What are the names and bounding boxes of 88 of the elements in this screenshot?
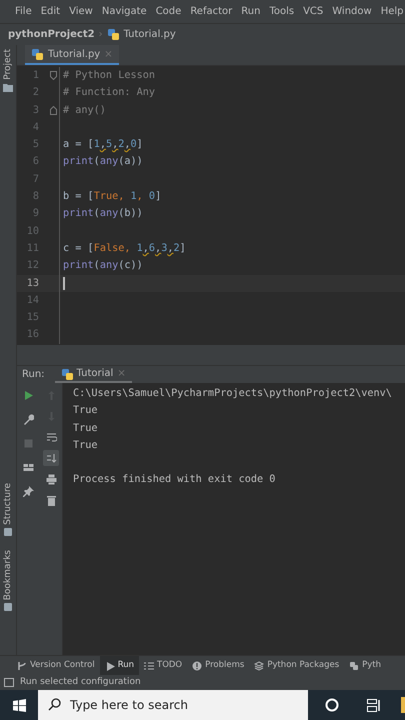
code-line: b = [True, 1, 0] <box>63 190 162 204</box>
line-number: 4 <box>32 120 39 135</box>
code-line: print(any(a)) <box>63 155 143 170</box>
pin-button[interactable] <box>20 483 36 499</box>
scroll-to-end-button[interactable] <box>43 450 59 466</box>
text-cursor <box>63 276 64 290</box>
tool-window-button[interactable]: Python Packages <box>249 656 344 675</box>
tool-window-button[interactable]: Run <box>100 656 139 675</box>
line-number: 3 <box>32 104 39 118</box>
line-number: 8 <box>32 190 39 204</box>
menu-item[interactable]: Help <box>380 4 404 19</box>
python-icon <box>60 368 73 380</box>
tool-window-tab[interactable]: Structure <box>2 482 14 525</box>
menu-item[interactable]: Tools <box>269 4 294 19</box>
line-number: 14 <box>26 294 39 308</box>
menu-item[interactable]: Code <box>156 4 182 19</box>
play-icon <box>104 660 115 670</box>
menu-item[interactable]: View <box>69 4 93 19</box>
tool-window-button[interactable]: Problems <box>187 656 250 675</box>
settings-icon <box>23 414 34 424</box>
output-line: True <box>73 438 99 453</box>
code-line: # any() <box>63 104 106 118</box>
line-number: 9 <box>32 207 39 222</box>
alert-icon <box>192 660 202 670</box>
search-field[interactable]: Type here to search <box>38 690 308 720</box>
panel-label: Run: <box>22 368 45 382</box>
code-line: # Python Lesson <box>63 69 156 83</box>
output-line: True <box>73 404 99 418</box>
circle-icon <box>325 698 339 712</box>
menu-item[interactable]: Window <box>332 4 372 19</box>
line-number: 5 <box>32 138 39 152</box>
task-view-icon <box>367 698 381 712</box>
folder-icon <box>3 82 13 92</box>
menu-item[interactable]: File <box>15 4 32 19</box>
menu-item[interactable]: VCS <box>303 4 324 19</box>
tool-window-tab[interactable]: Project <box>2 49 14 80</box>
branch-icon <box>17 660 27 670</box>
exit-message: Process finished with exit code 0 <box>73 473 276 488</box>
print-icon <box>46 474 56 484</box>
code-line: print(any(b)) <box>63 207 143 222</box>
code-line: c = [False, 1,6,3,2] <box>63 242 186 256</box>
python-icon <box>349 660 360 670</box>
line-number: 10 <box>26 224 39 239</box>
breadcrumb-item[interactable]: pythonProject2 <box>8 27 95 42</box>
breadcrumb-item[interactable]: Tutorial.py <box>124 27 176 42</box>
window-icon <box>4 678 14 687</box>
code-line: print(any(c)) <box>63 259 143 274</box>
small-tool-icon <box>4 528 12 536</box>
output-line: True <box>73 422 99 436</box>
tool-window-button[interactable]: Version Control <box>12 656 100 675</box>
stop-icon <box>23 438 34 448</box>
tool-window-button[interactable]: Pyth <box>344 656 386 675</box>
layout-icon <box>23 462 34 472</box>
breadcrumb-separator: › <box>98 28 103 42</box>
line-number: 16 <box>26 328 39 342</box>
line-number: 1 <box>32 69 39 83</box>
run-icon <box>23 390 34 400</box>
command-line: C:\Users\Samuel\PycharmProjects\pythonProject2\venv\ <box>73 387 393 401</box>
line-number: 12 <box>26 259 39 274</box>
fold-marker-icon <box>50 71 57 80</box>
python-file-icon <box>106 28 120 41</box>
editor-tab[interactable]: Tutorial.py × <box>25 45 119 65</box>
menu-item[interactable]: Edit <box>40 4 60 19</box>
line-number: 7 <box>32 172 39 187</box>
fold-marker-icon <box>50 106 57 115</box>
tool-window-button[interactable]: TODO <box>139 656 188 675</box>
small-tool-icon <box>4 603 12 611</box>
list-icon <box>144 660 154 670</box>
code-line: a = [1,5,2,0] <box>63 138 143 152</box>
menu-item[interactable]: Run <box>241 4 260 19</box>
line-number: 15 <box>26 311 39 326</box>
soft-wrap-icon <box>46 432 56 442</box>
pin-icon <box>23 486 34 496</box>
menu-item[interactable]: Navigate <box>102 4 147 19</box>
code-line: # Function: Any <box>63 86 156 100</box>
line-number: 2 <box>32 86 39 100</box>
scroll-to-end-icon <box>46 452 56 464</box>
line-number: 6 <box>32 155 39 170</box>
python-file-icon <box>31 48 44 60</box>
menu-item[interactable]: Refactor <box>190 4 232 19</box>
line-number: 13 <box>26 276 39 291</box>
delete-icon <box>46 494 56 506</box>
line-number: 11 <box>26 242 39 256</box>
search-icon <box>48 698 61 711</box>
windows-logo-icon <box>12 698 26 712</box>
status-message: Run selected configuration <box>20 676 141 689</box>
tool-window-tab[interactable]: Bookmarks <box>2 550 14 600</box>
layers-icon <box>254 660 264 670</box>
